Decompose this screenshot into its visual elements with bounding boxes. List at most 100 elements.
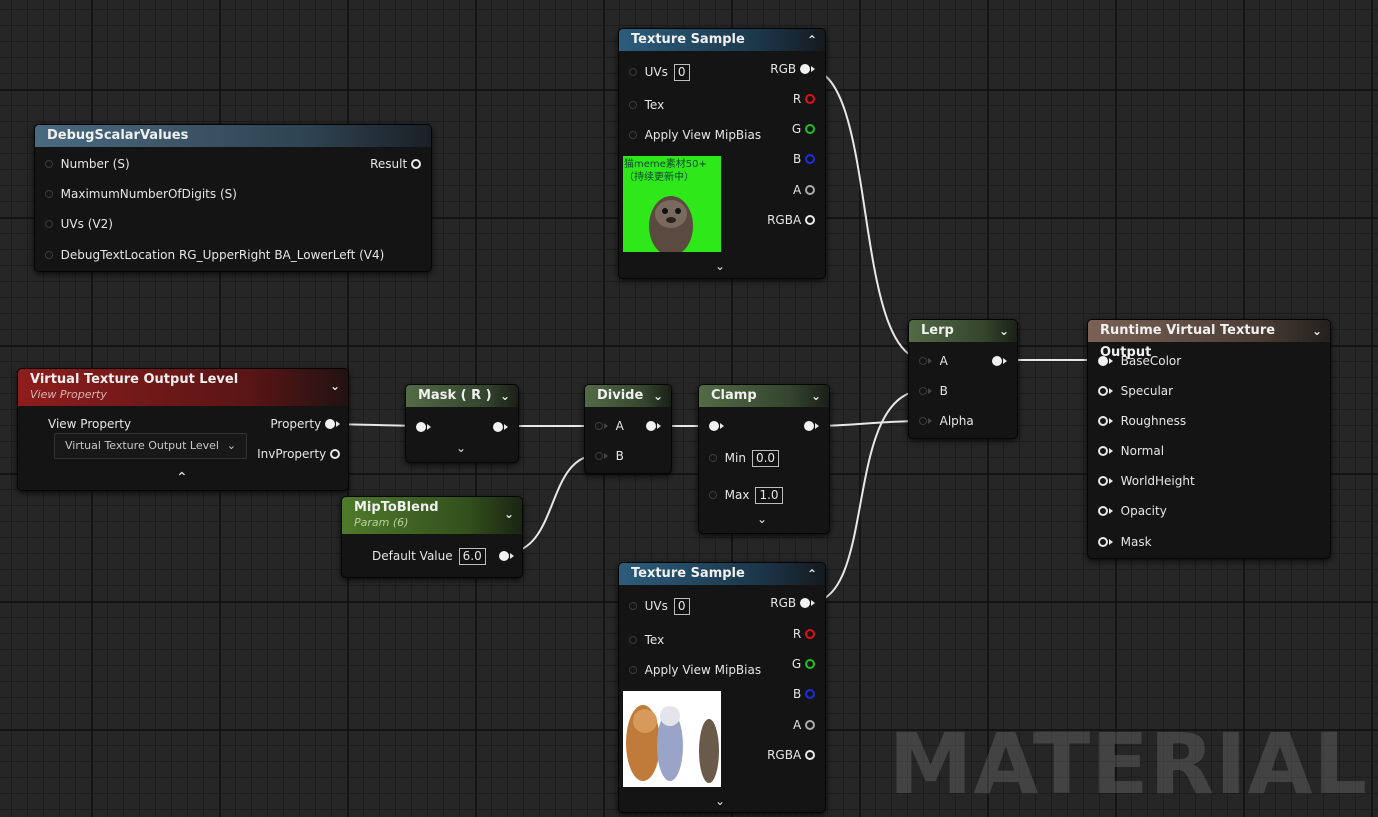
- input-pin[interactable]: [1098, 505, 1108, 516]
- virtual-texture-output-level-node[interactable]: Virtual Texture Output Level View Proper…: [17, 368, 349, 491]
- chevron-down-icon[interactable]: ⌄: [999, 320, 1009, 342]
- node-header[interactable]: Mask ( R ) ⌄: [406, 385, 518, 407]
- output-pin[interactable]: [411, 158, 421, 169]
- output-pin[interactable]: [805, 658, 815, 669]
- node-header[interactable]: Texture Sample ⌃: [619, 563, 825, 585]
- runtime-virtual-texture-output-node[interactable]: Runtime Virtual Texture Output ⌄ BaseColo…: [1087, 319, 1331, 559]
- pin-label: RGBA: [767, 213, 802, 227]
- divide-node[interactable]: Divide ⌄ A B: [584, 384, 672, 474]
- node-header[interactable]: Virtual Texture Output Level View Proper…: [18, 369, 348, 406]
- pin-label: R: [792, 627, 802, 641]
- input-pin[interactable]: [629, 601, 637, 610]
- debug-scalar-values-node[interactable]: DebugScalarValues Number (S) MaximumNumb…: [34, 124, 432, 272]
- output-pin[interactable]: [330, 448, 340, 459]
- pin-label: B: [939, 384, 948, 398]
- node-title: Texture Sample: [631, 566, 745, 581]
- chevron-down-icon[interactable]: ⌄: [715, 792, 725, 810]
- input-pin[interactable]: [45, 159, 53, 168]
- chevron-down-icon[interactable]: ⌄: [757, 510, 767, 528]
- mask-node[interactable]: Mask ( R ) ⌄ ⌄: [405, 384, 519, 463]
- pin-label: Mask: [1120, 535, 1152, 549]
- output-pin[interactable]: [646, 420, 656, 431]
- chevron-down-icon[interactable]: ⌄: [330, 369, 340, 403]
- input-pin[interactable]: [629, 665, 637, 674]
- uv-value-field[interactable]: 0: [673, 598, 690, 615]
- input-pin[interactable]: [1098, 536, 1108, 547]
- output-pin[interactable]: [992, 355, 1002, 366]
- node-header[interactable]: Clamp ⌄: [699, 385, 829, 407]
- node-header[interactable]: MipToBlend Param (6) ⌄: [342, 497, 522, 534]
- input-pin[interactable]: [1098, 475, 1108, 486]
- input-pin[interactable]: [629, 635, 637, 644]
- output-pin[interactable]: [805, 628, 815, 639]
- mip-to-blend-node[interactable]: MipToBlend Param (6) ⌄ Default Value 6.0: [341, 496, 523, 578]
- chevron-down-icon[interactable]: ⌄: [653, 385, 663, 407]
- pin-label: MaximumNumberOfDigits (S): [60, 187, 237, 201]
- lerp-node[interactable]: Lerp ⌄ A B Alpha: [908, 319, 1018, 439]
- node-subtitle: Param (6): [354, 516, 409, 529]
- output-pin[interactable]: [805, 719, 815, 730]
- chevron-up-icon[interactable]: ⌃: [176, 469, 188, 487]
- texture-sample-node-2[interactable]: Texture Sample ⌃ UVs 0 Tex Apply View MipB…: [618, 562, 826, 813]
- output-pin[interactable]: [805, 184, 815, 195]
- input-pin[interactable]: [1098, 385, 1108, 396]
- input-pin[interactable]: [416, 421, 426, 432]
- chevron-up-icon[interactable]: ⌃: [807, 29, 817, 51]
- input-pin[interactable]: [1098, 355, 1108, 366]
- input-pin[interactable]: [919, 416, 927, 425]
- output-pin[interactable]: [800, 597, 810, 608]
- node-header[interactable]: Divide ⌄: [585, 385, 671, 407]
- output-pin[interactable]: [805, 688, 815, 699]
- arrow-icon: [1109, 477, 1113, 484]
- output-pin[interactable]: [805, 123, 815, 134]
- pin-label: B: [792, 687, 802, 701]
- input-pin[interactable]: [629, 100, 637, 109]
- node-header[interactable]: Runtime Virtual Texture Output ⌄: [1088, 320, 1330, 360]
- arrow-icon: [336, 420, 340, 427]
- pin-label: Opacity: [1120, 504, 1167, 518]
- node-header[interactable]: Lerp ⌄: [909, 320, 1017, 342]
- input-pin[interactable]: [595, 421, 603, 430]
- input-pin[interactable]: [709, 420, 719, 431]
- input-pin[interactable]: [629, 130, 637, 139]
- default-value-field[interactable]: 6.0: [458, 548, 486, 565]
- chevron-down-icon[interactable]: ⌄: [456, 439, 466, 457]
- chevron-down-icon[interactable]: ⌄: [715, 257, 725, 275]
- output-pin[interactable]: [325, 418, 335, 429]
- chevron-down-icon[interactable]: ⌄: [1312, 320, 1322, 342]
- input-pin[interactable]: [595, 451, 603, 460]
- max-value-field[interactable]: 1.0: [755, 487, 783, 504]
- output-pin[interactable]: [804, 420, 814, 431]
- output-pin[interactable]: [800, 63, 810, 74]
- view-property-dropdown[interactable]: Virtual Texture Output Level ⌄: [54, 433, 247, 459]
- min-value-field[interactable]: 0.0: [751, 450, 780, 467]
- chevron-down-icon[interactable]: ⌄: [504, 497, 514, 531]
- arrow-icon: [504, 423, 508, 430]
- input-pin[interactable]: [45, 250, 53, 259]
- texture-sample-node-1[interactable]: Texture Sample ⌃ UVs 0 Tex Apply View MipB…: [618, 28, 826, 279]
- input-pin[interactable]: [629, 67, 637, 76]
- input-pin[interactable]: [709, 453, 717, 462]
- output-pin[interactable]: [499, 550, 509, 561]
- output-pin[interactable]: [805, 749, 815, 760]
- output-pin[interactable]: [493, 421, 503, 432]
- clamp-node[interactable]: Clamp ⌄ Min 0.0 Max 1.0 ⌄: [698, 384, 830, 534]
- input-pin[interactable]: [1098, 445, 1108, 456]
- input-pin[interactable]: [45, 189, 53, 198]
- pin-label: BaseColor: [1120, 354, 1182, 368]
- output-pin[interactable]: [805, 153, 815, 164]
- chevron-up-icon[interactable]: ⌃: [807, 563, 817, 585]
- node-header[interactable]: Texture Sample ⌃: [619, 29, 825, 51]
- input-pin[interactable]: [1098, 415, 1108, 426]
- input-pin[interactable]: [919, 386, 927, 395]
- input-pin[interactable]: [919, 356, 927, 365]
- chevron-down-icon[interactable]: ⌄: [811, 385, 821, 407]
- uv-value-field[interactable]: 0: [673, 64, 690, 81]
- node-title: Divide: [597, 388, 644, 403]
- input-pin[interactable]: [709, 490, 717, 499]
- input-pin[interactable]: [45, 219, 53, 228]
- output-pin[interactable]: [805, 93, 815, 104]
- node-header[interactable]: DebugScalarValues: [35, 125, 431, 147]
- chevron-down-icon[interactable]: ⌄: [500, 385, 510, 407]
- output-pin[interactable]: [805, 214, 815, 225]
